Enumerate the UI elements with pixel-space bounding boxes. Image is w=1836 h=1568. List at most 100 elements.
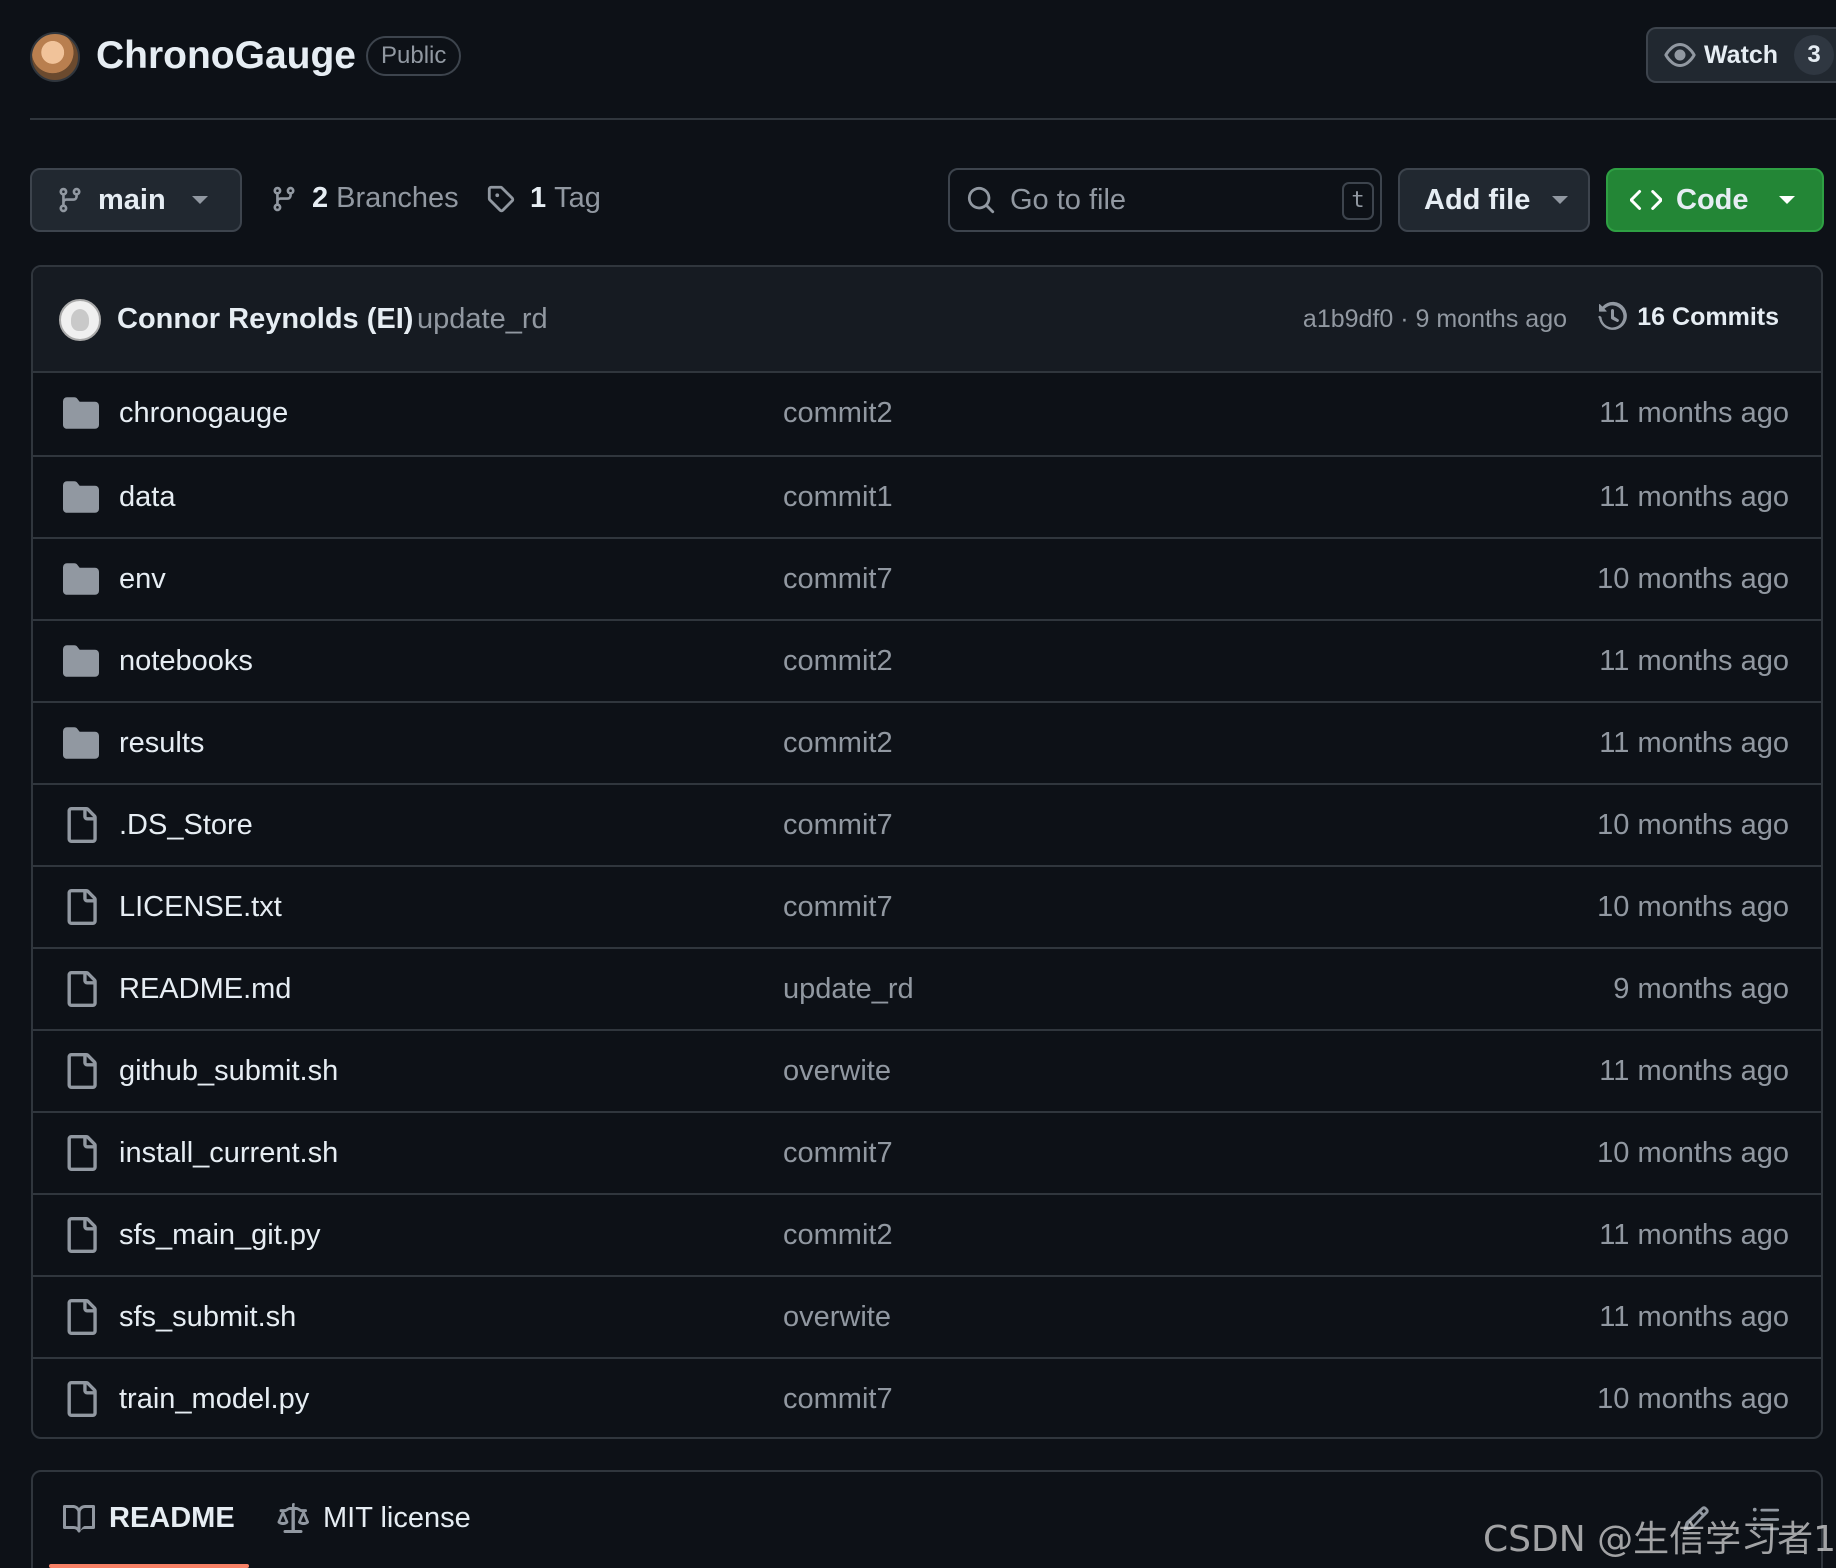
file-commit-age: 11 months ago <box>1599 1055 1789 1087</box>
latest-commit-bar: Connor Reynolds (EI) update_rd a1b9df0 ·… <box>33 267 1821 373</box>
license-tab[interactable]: MIT license <box>277 1502 471 1535</box>
watch-count[interactable]: 3 <box>1794 35 1835 75</box>
file-commit-message[interactable]: commit2 <box>783 1219 893 1252</box>
file-row[interactable]: LICENSE.txt commit7 10 months ago <box>33 865 1821 947</box>
owner-avatar[interactable] <box>30 32 80 82</box>
file-commit-age: 11 months ago <box>1599 481 1789 513</box>
file-commit-message[interactable]: overwite <box>783 1301 891 1334</box>
commit-hash-time[interactable]: a1b9df0 · 9 months ago <box>1303 305 1567 334</box>
search-icon <box>967 186 995 214</box>
file-row[interactable]: sfs_main_git.py commit2 11 months ago <box>33 1193 1821 1275</box>
file-row[interactable]: sfs_submit.sh overwite 11 months ago <box>33 1275 1821 1357</box>
go-to-file-input[interactable]: Go to file t <box>948 168 1382 232</box>
file-commit-age: 11 months ago <box>1599 727 1789 759</box>
file-commit-message[interactable]: commit2 <box>783 727 893 760</box>
file-row[interactable]: train_model.py commit7 10 months ago <box>33 1357 1821 1437</box>
repo-toolbar: main 2 Branches 1 Tag Go to file t Add f… <box>30 168 1824 234</box>
file-commit-age: 11 months ago <box>1599 397 1789 429</box>
book-icon <box>63 1504 95 1533</box>
branches-count: 2 <box>312 182 329 214</box>
keyboard-shortcut-hint: t <box>1342 182 1374 220</box>
file-name[interactable]: install_current.sh <box>119 1137 338 1170</box>
file-commit-age: 10 months ago <box>1597 891 1789 923</box>
file-commit-message[interactable]: commit7 <box>783 809 893 842</box>
watch-label: Watch <box>1704 40 1779 69</box>
tags-link[interactable]: 1 Tag <box>486 182 601 215</box>
file-row[interactable]: github_submit.sh overwite 11 months ago <box>33 1029 1821 1111</box>
file-icon <box>67 1217 97 1253</box>
file-commit-message[interactable]: commit7 <box>783 1383 893 1416</box>
file-commit-age: 10 months ago <box>1597 809 1789 841</box>
file-icon <box>67 807 97 843</box>
branch-selector-button[interactable]: main <box>30 168 242 232</box>
file-icon <box>67 1381 97 1417</box>
branches-label: Branches <box>336 182 459 214</box>
file-name[interactable]: data <box>119 481 175 514</box>
chevron-down-icon <box>191 196 208 204</box>
history-icon <box>1598 301 1628 330</box>
law-icon <box>277 1502 309 1533</box>
file-name[interactable]: train_model.py <box>119 1383 309 1416</box>
code-label: Code <box>1676 183 1749 216</box>
git-branch-icon <box>59 187 81 213</box>
commit-message[interactable]: update_rd <box>417 303 548 336</box>
file-commit-message[interactable]: commit2 <box>783 645 893 678</box>
file-icon <box>67 1053 97 1089</box>
file-name[interactable]: results <box>119 727 204 760</box>
file-row[interactable]: results commit2 11 months ago <box>33 701 1821 783</box>
file-commit-message[interactable]: overwite <box>783 1055 891 1088</box>
file-commit-age: 10 months ago <box>1597 1383 1789 1415</box>
commits-count: 16 Commits <box>1637 302 1779 331</box>
file-icon <box>67 889 97 925</box>
file-name[interactable]: chronogauge <box>119 397 288 430</box>
add-file-button[interactable]: Add file <box>1398 168 1590 232</box>
file-row[interactable]: notebooks commit2 11 months ago <box>33 619 1821 701</box>
chevron-down-icon <box>1778 196 1795 204</box>
code-button[interactable]: Code <box>1606 168 1824 232</box>
readme-tab-label: README <box>109 1502 235 1534</box>
commit-author[interactable]: Connor Reynolds (EI) <box>117 303 413 336</box>
file-name[interactable]: env <box>119 563 166 596</box>
file-row[interactable]: env commit7 10 months ago <box>33 537 1821 619</box>
file-name[interactable]: LICENSE.txt <box>119 891 282 924</box>
file-commit-message[interactable]: commit7 <box>783 1137 893 1170</box>
file-name[interactable]: notebooks <box>119 645 253 678</box>
tag-icon <box>487 185 515 212</box>
branches-link[interactable]: 2 Branches <box>270 182 459 215</box>
repo-title[interactable]: ChronoGauge <box>96 34 356 78</box>
file-row[interactable]: data commit1 11 months ago <box>33 455 1821 537</box>
folder-icon <box>63 397 99 429</box>
repo-header: ChronoGauge Public Watch 3 <box>30 20 1836 120</box>
file-commit-age: 11 months ago <box>1599 1219 1789 1251</box>
file-row[interactable]: README.md update_rd 9 months ago <box>33 947 1821 1029</box>
commits-link[interactable]: 16 Commits <box>1597 301 1779 333</box>
active-tab-indicator <box>49 1564 249 1568</box>
file-commit-message[interactable]: commit7 <box>783 891 893 924</box>
folder-icon <box>63 645 99 677</box>
file-icon <box>67 1135 97 1171</box>
watch-button[interactable]: Watch 3 <box>1646 27 1836 83</box>
file-commit-message[interactable]: commit2 <box>783 397 893 430</box>
file-commit-message[interactable]: commit1 <box>783 481 893 514</box>
file-row[interactable]: chronogauge commit2 11 months ago <box>33 373 1821 455</box>
file-icon <box>67 1299 97 1335</box>
git-branch-icon <box>273 186 295 211</box>
file-name[interactable]: sfs_main_git.py <box>119 1219 321 1252</box>
file-name[interactable]: README.md <box>119 973 291 1006</box>
readme-tab[interactable]: README <box>63 1502 235 1535</box>
file-name[interactable]: .DS_Store <box>119 809 253 842</box>
file-name[interactable]: sfs_submit.sh <box>119 1301 296 1334</box>
file-commit-message[interactable]: commit7 <box>783 563 893 596</box>
folder-icon <box>63 481 99 513</box>
file-row[interactable]: .DS_Store commit7 10 months ago <box>33 783 1821 865</box>
folder-icon <box>63 727 99 759</box>
license-tab-label: MIT license <box>323 1502 471 1534</box>
file-commit-age: 11 months ago <box>1599 645 1789 677</box>
visibility-badge: Public <box>366 36 462 76</box>
file-name[interactable]: github_submit.sh <box>119 1055 338 1088</box>
file-row[interactable]: install_current.sh commit7 10 months ago <box>33 1111 1821 1193</box>
code-icon <box>1630 190 1662 210</box>
commit-author-avatar[interactable] <box>59 299 101 341</box>
file-commit-age: 10 months ago <box>1597 563 1789 595</box>
file-commit-message[interactable]: update_rd <box>783 973 914 1006</box>
